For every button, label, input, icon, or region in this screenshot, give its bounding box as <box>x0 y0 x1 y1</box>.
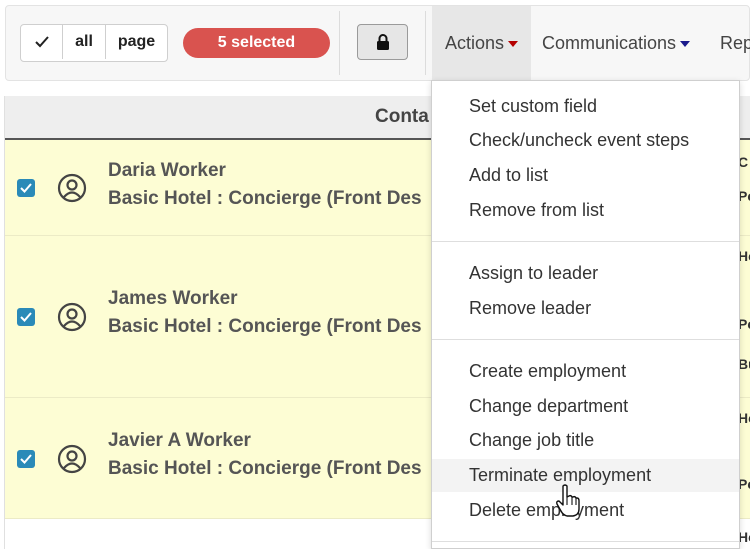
menu-item-create-employment[interactable]: Create employment <box>432 355 739 388</box>
contact-job: Basic Hotel : Concierge (Front Des <box>108 316 422 337</box>
toolbar-divider <box>425 11 426 75</box>
communications-menu-label: Communications <box>542 32 677 53</box>
menu-item-set-custom-field[interactable]: Set custom field <box>432 90 739 123</box>
user-circle-icon <box>57 444 87 474</box>
row-checkbox[interactable] <box>17 179 35 197</box>
contact-name[interactable]: Javier A Worker <box>108 430 251 452</box>
menu-item-check-uncheck-event-steps[interactable]: Check/uncheck event steps <box>432 124 739 157</box>
contact-name[interactable]: James Worker <box>108 288 238 310</box>
selection-button-group: all page <box>20 24 168 62</box>
lock-icon <box>376 34 389 50</box>
caret-down-icon <box>508 41 519 47</box>
row-checkbox[interactable] <box>17 308 35 326</box>
bulk-action-toolbar: all page 5 selected Actions Communicatio… <box>5 5 750 81</box>
contact-job: Basic Hotel : Concierge (Front Des <box>108 458 422 479</box>
contact-job: Basic Hotel : Concierge (Front Des <box>108 188 422 209</box>
menu-item-delete-employment[interactable]: Delete employment <box>432 494 739 527</box>
menu-item-change-department[interactable]: Change department <box>432 390 739 423</box>
contact-name[interactable]: Daria Worker <box>108 160 226 182</box>
contact-column-header[interactable]: Conta <box>375 106 429 128</box>
reports-menu[interactable]: Rep <box>720 6 750 80</box>
checkmark-icon <box>20 312 32 322</box>
select-all-button[interactable]: all <box>63 25 106 59</box>
menu-item-assign-to-leader[interactable]: Assign to leader <box>432 257 739 290</box>
menu-divider <box>432 241 739 242</box>
actions-menu[interactable]: Actions <box>432 6 531 80</box>
user-circle-icon <box>57 302 87 332</box>
checkmark-icon <box>20 183 32 193</box>
reports-menu-label: Rep <box>720 32 750 53</box>
menu-divider <box>432 541 739 542</box>
checkmark-icon <box>34 36 49 48</box>
menu-item-remove-from-list[interactable]: Remove from list <box>432 194 739 227</box>
select-page-button[interactable]: page <box>106 25 167 59</box>
lock-button[interactable] <box>357 24 408 60</box>
menu-divider <box>432 339 739 340</box>
actions-menu-label: Actions <box>444 32 505 53</box>
communications-menu[interactable]: Communications <box>542 6 691 80</box>
menu-item-remove-leader[interactable]: Remove leader <box>432 292 739 325</box>
actions-dropdown-menu: Set custom field Check/uncheck event ste… <box>431 80 740 549</box>
selected-count-badge[interactable]: 5 selected <box>183 28 330 58</box>
menu-item-add-to-list[interactable]: Add to list <box>432 159 739 192</box>
toolbar-divider <box>339 11 340 75</box>
row-checkbox[interactable] <box>17 450 35 468</box>
menu-item-terminate-employment[interactable]: Terminate employment <box>432 459 739 492</box>
user-circle-icon <box>57 173 87 203</box>
select-checkmark-button[interactable] <box>21 25 63 59</box>
checkmark-icon <box>20 454 32 464</box>
caret-down-icon <box>680 41 691 47</box>
menu-item-change-job-title[interactable]: Change job title <box>432 424 739 457</box>
hand-pointer-icon <box>556 484 580 517</box>
